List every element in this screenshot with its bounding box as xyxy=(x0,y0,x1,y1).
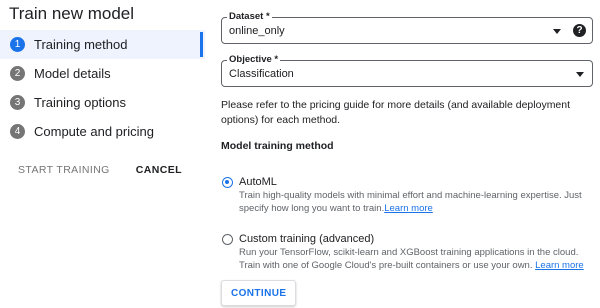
pricing-note: Please refer to the pricing guide for mo… xyxy=(221,99,571,126)
training-method-form: Dataset * online_only ? Objective * Clas… xyxy=(221,0,600,308)
section-title: Model training method xyxy=(221,140,334,152)
dataset-label: Dataset * xyxy=(227,11,272,22)
step-number: 4 xyxy=(10,124,25,139)
cancel-button[interactable]: CANCEL xyxy=(136,164,182,176)
dataset-value: online_only xyxy=(229,25,285,37)
dataset-select[interactable]: Dataset * online_only ? xyxy=(221,11,593,44)
step-label: Compute and pricing xyxy=(34,124,154,139)
objective-select[interactable]: Objective * Classification xyxy=(221,54,593,87)
radio-selected-icon[interactable] xyxy=(222,177,233,188)
objective-value: Classification xyxy=(229,68,294,80)
step-label: Training options xyxy=(34,95,127,110)
step-label: Model details xyxy=(34,66,111,81)
page-title: Train new model xyxy=(9,4,135,23)
step-training-method[interactable]: 1 Training method xyxy=(0,30,205,59)
objective-label: Objective * xyxy=(227,54,281,65)
method-description: Run your TensorFlow, scikit-learn and XG… xyxy=(239,247,597,272)
dropdown-arrow-icon[interactable] xyxy=(576,72,584,77)
stepper-panel: Train new model 1 Training method 2 Mode… xyxy=(0,0,205,308)
learn-more-link[interactable]: Learn more xyxy=(535,260,584,271)
help-icon[interactable]: ? xyxy=(573,24,586,37)
step-number: 1 xyxy=(10,37,25,52)
step-number: 2 xyxy=(10,66,25,81)
step-compute-and-pricing[interactable]: 4 Compute and pricing xyxy=(0,117,205,146)
continue-button[interactable]: CONTINUE xyxy=(221,280,297,306)
method-title: Custom training (advanced) xyxy=(239,233,375,245)
learn-more-link[interactable]: Learn more xyxy=(384,203,433,214)
step-training-options[interactable]: 3 Training options xyxy=(0,88,205,117)
radio-unselected-icon[interactable] xyxy=(222,234,233,245)
step-model-details[interactable]: 2 Model details xyxy=(0,59,205,88)
step-number: 3 xyxy=(10,95,25,110)
start-training-button[interactable]: START TRAINING xyxy=(18,164,110,176)
dropdown-arrow-icon[interactable] xyxy=(553,29,561,34)
method-description: Train high-quality models with minimal e… xyxy=(239,190,597,215)
method-description-text: Run your TensorFlow, scikit-learn and XG… xyxy=(239,247,579,271)
form-actions: START TRAINING CANCEL xyxy=(18,164,182,176)
step-label: Training method xyxy=(34,37,128,52)
method-title: AutoML xyxy=(239,176,277,188)
